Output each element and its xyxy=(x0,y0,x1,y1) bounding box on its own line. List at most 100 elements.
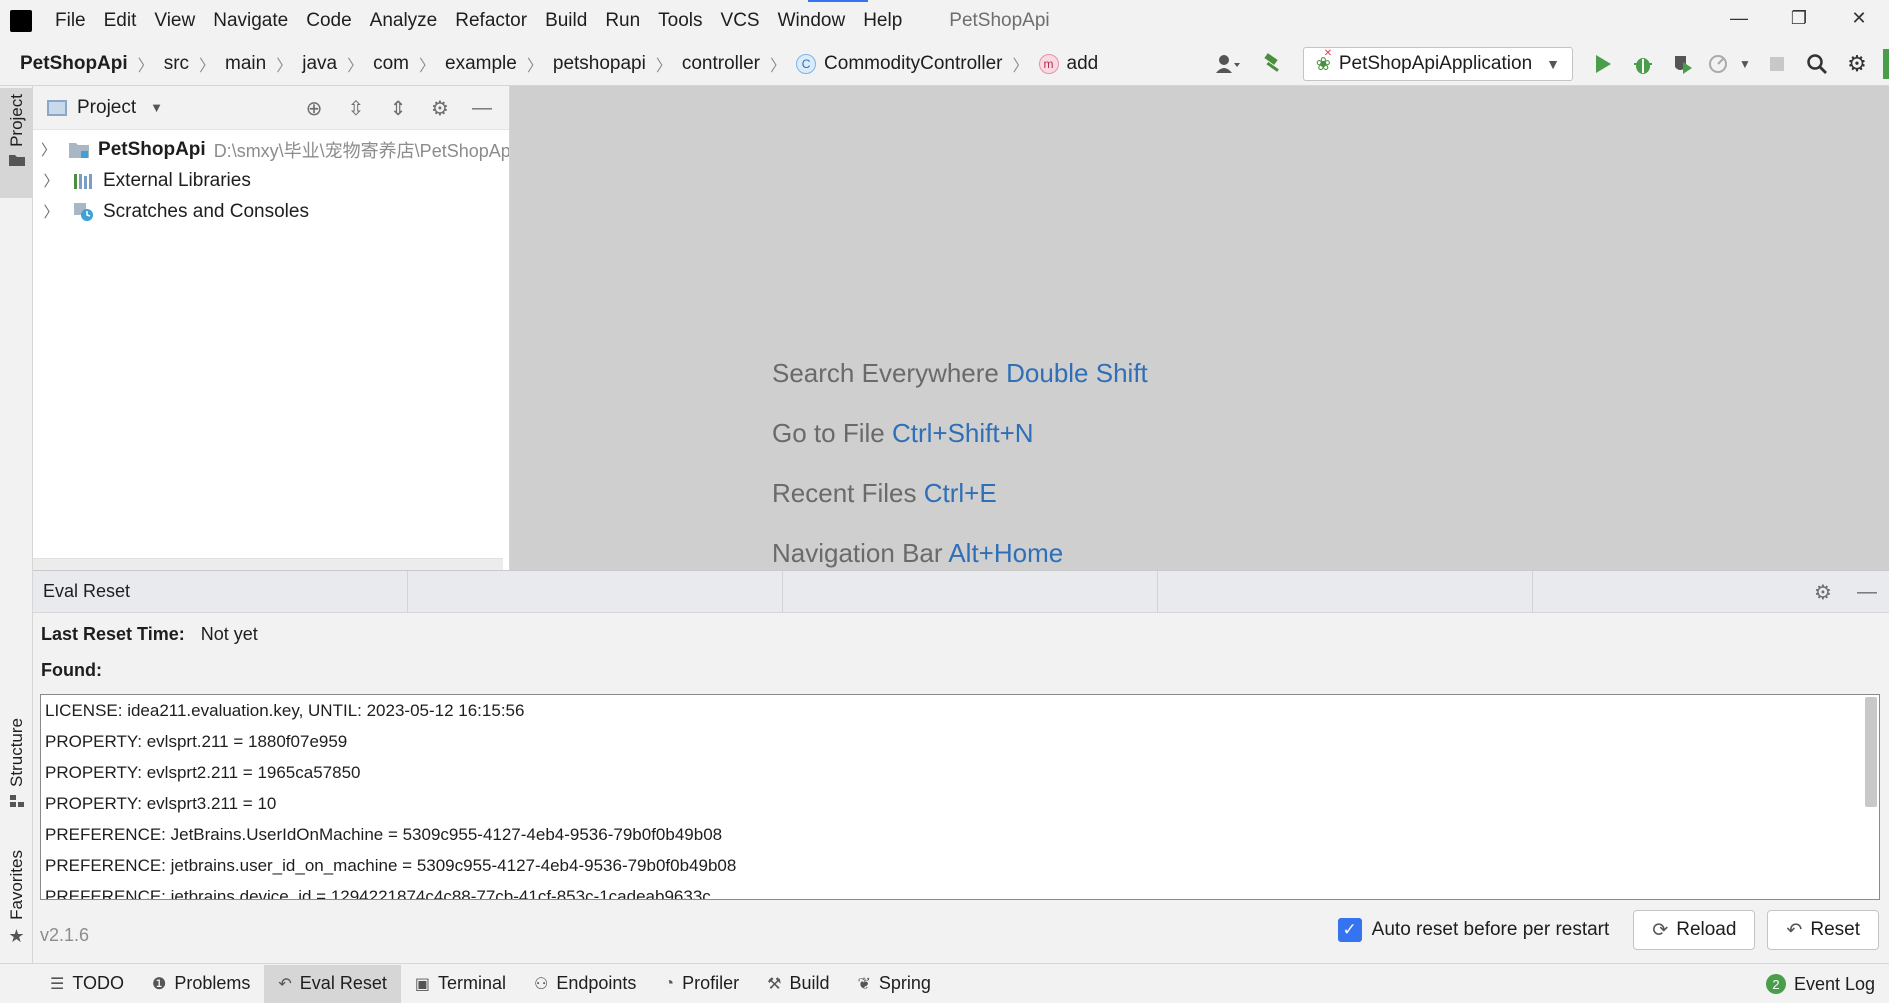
breadcrumb-com[interactable]: com xyxy=(373,53,409,75)
vertical-scrollbar[interactable] xyxy=(1865,697,1877,807)
menu-analyze[interactable]: Analyze xyxy=(361,0,447,42)
more-run-options-icon[interactable]: ▼ xyxy=(1733,44,1757,84)
star-icon: ★ xyxy=(8,925,25,946)
settings-gear-icon[interactable]: ⚙ xyxy=(419,88,461,128)
menu-vcs[interactable]: VCS xyxy=(712,0,769,42)
list-item[interactable]: PREFERENCE: jetbrains.device_id = 129422… xyxy=(41,881,1879,899)
spring-tab[interactable]: ❦ Spring xyxy=(843,965,944,1003)
profile-icon[interactable] xyxy=(1703,44,1733,84)
profiler-tab[interactable]: ◔ Profiler xyxy=(650,965,753,1003)
tab-label: Build xyxy=(789,973,830,993)
debug-bug-icon[interactable] xyxy=(1623,44,1663,84)
menu-tools[interactable]: Tools xyxy=(649,0,711,42)
event-log-tab[interactable]: 2 Event Log xyxy=(1765,964,1875,1003)
list-item[interactable]: PREFERENCE: JetBrains.UserIdOnMachine = … xyxy=(41,819,1879,850)
found-list[interactable]: LICENSE: idea211.evaluation.key, UNTIL: … xyxy=(40,694,1880,900)
todo-tab[interactable]: ☰ TODO xyxy=(36,965,138,1003)
breadcrumb-java[interactable]: java xyxy=(302,53,337,75)
hint-shortcut[interactable]: Double Shift xyxy=(1006,358,1148,388)
stop-icon[interactable] xyxy=(1757,44,1797,84)
search-icon[interactable] xyxy=(1797,44,1837,84)
breadcrumb-project[interactable]: PetShopApi xyxy=(20,53,128,75)
menu-view[interactable]: View xyxy=(145,0,204,42)
restore-icon[interactable]: ❐ xyxy=(1769,0,1829,36)
chevron-right-icon[interactable]: 〉 xyxy=(41,139,56,160)
list-item[interactable]: LICENSE: idea211.evaluation.key, UNTIL: … xyxy=(41,695,1879,726)
build-hammer-icon[interactable] xyxy=(1253,44,1293,84)
breadcrumb-separator-icon: 〉 xyxy=(137,57,154,75)
menu-refactor[interactable]: Refactor xyxy=(446,0,536,42)
run-with-coverage-icon[interactable] xyxy=(1663,44,1703,84)
breadcrumb-src[interactable]: src xyxy=(164,53,189,75)
menu-edit[interactable]: Edit xyxy=(95,0,146,42)
reload-button-label: Reload xyxy=(1676,919,1737,940)
tree-label: Scratches and Consoles xyxy=(103,200,309,222)
tree-label: PetShopApi xyxy=(98,138,206,160)
menu-build[interactable]: Build xyxy=(536,0,596,42)
horizontal-scrollbar[interactable] xyxy=(33,558,503,570)
tree-row-project[interactable]: 〉 PetShopApi D:\smxy\毕业\宠物寄养店\PetShopApi xyxy=(33,134,509,165)
favorites-tool-tab[interactable]: Favorites ★ xyxy=(0,844,33,954)
list-item[interactable]: PROPERTY: evlsprt2.211 = 1965ca57850 xyxy=(41,757,1879,788)
list-item[interactable]: PREFERENCE: jetbrains.user_id_on_machine… xyxy=(41,850,1879,881)
list-item[interactable]: PROPERTY: evlsprt.211 = 1880f07e959 xyxy=(41,726,1879,757)
menu-code[interactable]: Code xyxy=(297,0,360,42)
terminal-tab[interactable]: ▣ Terminal xyxy=(401,965,520,1003)
settings-gear-icon[interactable]: ⚙ xyxy=(1801,571,1845,613)
tab-label: Spring xyxy=(878,973,931,993)
hide-panel-icon[interactable]: — xyxy=(1845,571,1889,613)
settings-gear-icon[interactable]: ⚙ xyxy=(1837,44,1877,84)
run-icon[interactable] xyxy=(1583,44,1623,84)
breadcrumb-petshopapi[interactable]: petshopapi xyxy=(553,53,646,75)
hint-shortcut[interactable]: Ctrl+Shift+N xyxy=(892,418,1034,448)
endpoints-tab[interactable]: ⚇ Endpoints xyxy=(520,965,650,1003)
chevron-down-icon: ▼ xyxy=(1546,56,1560,72)
reset-button[interactable]: ↶ Reset xyxy=(1767,910,1879,950)
hint-shortcut[interactable]: Ctrl+E xyxy=(924,478,997,508)
menu-window[interactable]: Window xyxy=(769,0,855,42)
project-panel-header: Project ▼ ⊕ ⇳ ⇕ ⚙ — xyxy=(33,86,509,130)
breadcrumb-controller[interactable]: controller xyxy=(682,53,760,75)
expand-all-icon[interactable]: ⇳ xyxy=(335,88,377,128)
menu-help[interactable]: Help xyxy=(854,0,911,42)
menu-run[interactable]: Run xyxy=(596,0,649,42)
locate-crosshair-icon[interactable]: ⊕ xyxy=(293,88,335,128)
info-circle-icon: ❶ xyxy=(152,975,167,993)
eval-reset-tab[interactable]: ↶ Eval Reset xyxy=(264,964,401,1003)
collapse-all-icon[interactable]: ⇕ xyxy=(377,88,419,128)
project-tool-tab[interactable]: Project xyxy=(0,88,33,198)
hint-shortcut[interactable]: Alt+Home xyxy=(948,538,1063,568)
minimize-icon[interactable]: — xyxy=(1709,0,1769,36)
breadcrumb-method[interactable]: m add xyxy=(1038,53,1098,75)
chevron-right-icon[interactable]: 〉 xyxy=(41,201,61,222)
close-icon[interactable]: ✕ xyxy=(1829,0,1889,36)
list-item[interactable]: PROPERTY: evlsprt3.211 = 10 xyxy=(41,788,1879,819)
project-panel-title[interactable]: Project xyxy=(77,97,136,119)
menu-navigate[interactable]: Navigate xyxy=(204,0,297,42)
header-divider xyxy=(783,570,1158,613)
menu-file[interactable]: File xyxy=(46,0,95,42)
problems-tab[interactable]: ❶ Problems xyxy=(138,965,264,1003)
breadcrumb-class[interactable]: C CommodityController xyxy=(796,53,1002,75)
tree-row-scratches[interactable]: 〉 Scratches and Consoles xyxy=(33,196,509,227)
event-log-label: Event Log xyxy=(1793,973,1875,994)
breadcrumb-main[interactable]: main xyxy=(225,53,266,75)
intellij-logo-icon[interactable] xyxy=(10,10,32,32)
folder-icon xyxy=(8,154,25,166)
auto-reset-label[interactable]: Auto reset before per restart xyxy=(1372,919,1610,941)
tree-label: External Libraries xyxy=(103,169,251,191)
breadcrumb: PetShopApi 〉 src 〉 main 〉 java 〉 com 〉 e… xyxy=(0,42,1098,86)
chevron-down-icon[interactable]: ▼ xyxy=(150,100,163,115)
run-configuration-select[interactable]: ❀ PetShopApiApplication ▼ xyxy=(1302,47,1573,81)
breadcrumb-example[interactable]: example xyxy=(445,53,517,75)
hide-panel-icon[interactable]: — xyxy=(461,88,503,128)
build-hammer-icon: ⚒ xyxy=(767,975,782,993)
chevron-right-icon[interactable]: 〉 xyxy=(41,170,61,191)
user-icon[interactable] xyxy=(1203,44,1253,84)
structure-tool-tab[interactable]: Structure xyxy=(0,712,33,822)
auto-reset-checkbox[interactable]: ✓ xyxy=(1337,918,1362,942)
eval-reset-title: Eval Reset xyxy=(33,570,408,613)
build-tab[interactable]: ⚒ Build xyxy=(753,965,843,1003)
reload-button[interactable]: ⟳ Reload xyxy=(1633,910,1756,950)
tree-row-external-libraries[interactable]: 〉 External Libraries xyxy=(33,165,509,196)
